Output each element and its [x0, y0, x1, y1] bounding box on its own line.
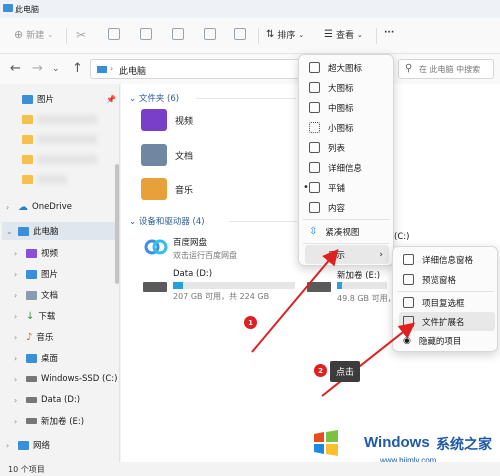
- arrow-to-show: [251, 248, 339, 353]
- status-bar: 10 个项目: [0, 462, 500, 476]
- annotation-arrows: [251, 248, 416, 397]
- item-count: 10 个项目: [8, 465, 45, 474]
- windows-logo-icon: [312, 430, 340, 456]
- watermark-brand: Windows: [364, 434, 430, 451]
- watermark-cn: 系统之家: [436, 437, 492, 453]
- click-tooltip: 点击: [330, 361, 361, 382]
- step-1-badge: 1: [244, 316, 257, 329]
- step-2-badge: 2: [314, 364, 327, 377]
